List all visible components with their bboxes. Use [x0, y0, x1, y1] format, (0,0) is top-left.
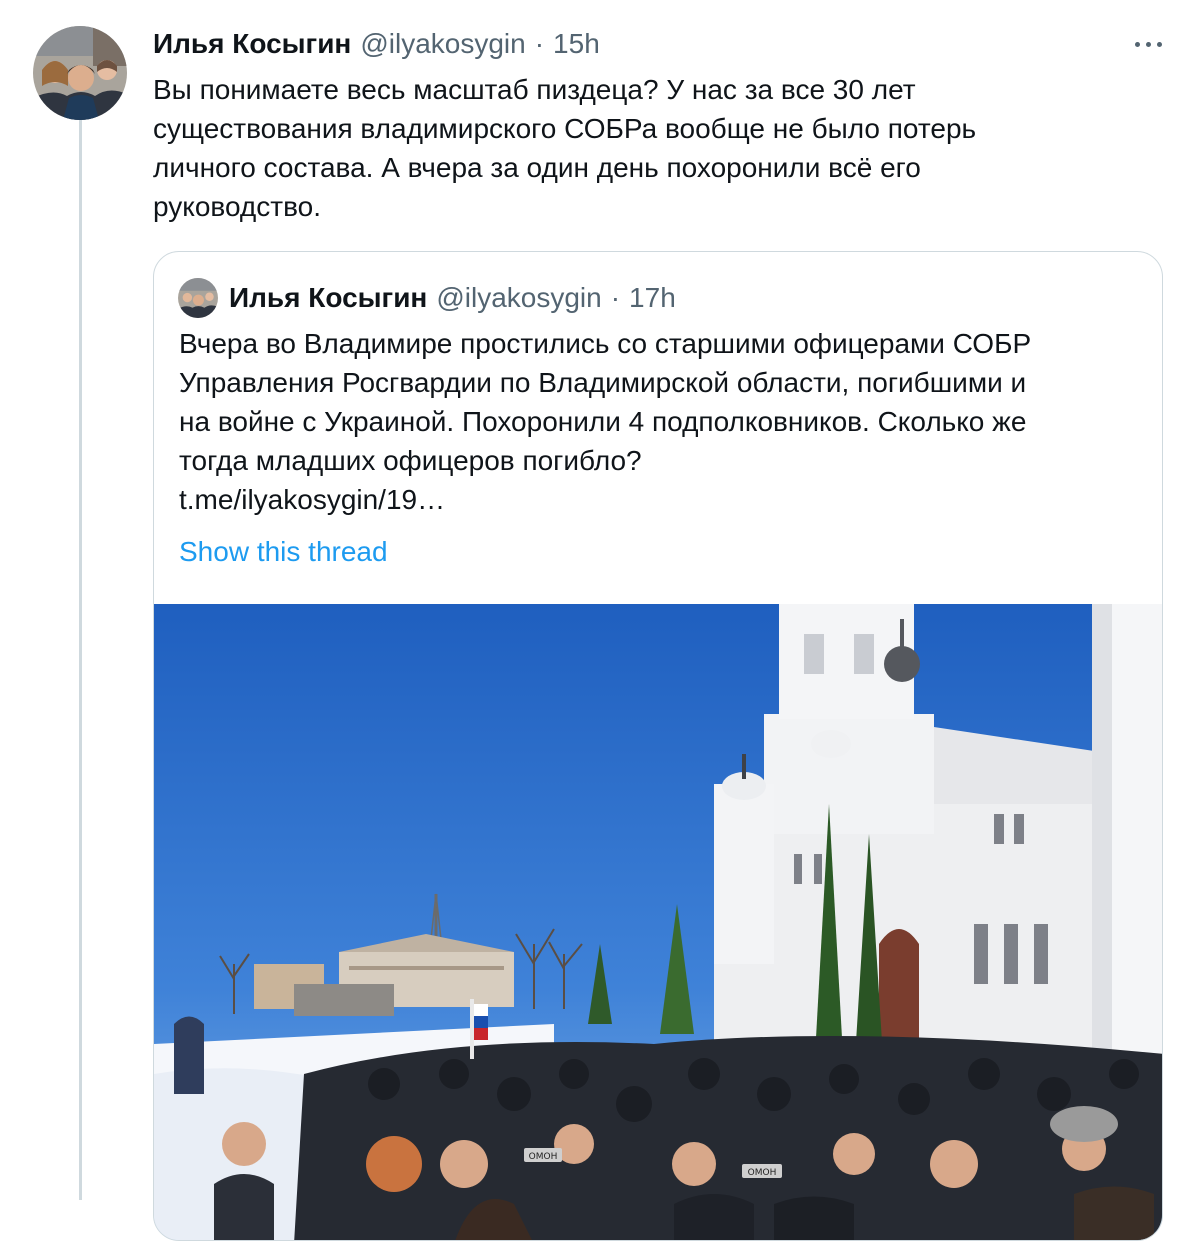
- header-separator: ·: [534, 28, 545, 59]
- tweet-header: Илья Косыгин @ilyakosygin · 15h: [153, 25, 600, 63]
- quoted-author-name[interactable]: Илья Косыгин: [229, 282, 427, 314]
- quoted-text-line: Управления Росгвардии по Владимирской об…: [179, 367, 1027, 398]
- tweet-text-line: Вы понимаете весь масштаб пиздеца? У нас…: [153, 74, 916, 105]
- author-avatar[interactable]: [33, 26, 127, 120]
- quoted-header-separator: ·: [610, 282, 621, 313]
- omon-badge-text: ОМОН: [748, 1168, 777, 1178]
- tweet-text-line: существования владимирского СОБРа вообще…: [153, 113, 977, 144]
- quoted-tweet-text: Вчера во Владимире простились со старшим…: [179, 324, 1154, 519]
- quoted-text-line: Вчера во Владимире простились со старшим…: [179, 328, 1032, 359]
- omon-badge-text: ОМОН: [529, 1152, 558, 1162]
- tweet-timestamp[interactable]: 15h: [553, 28, 600, 60]
- author-handle[interactable]: @ilyakosygin: [360, 28, 525, 60]
- tweet-text: Вы понимаете весь масштаб пиздеца? У нас…: [153, 70, 1153, 226]
- quoted-tweet-timestamp[interactable]: 17h: [629, 282, 676, 314]
- quoted-author-avatar[interactable]: [178, 278, 218, 318]
- thread-connector-line: [79, 120, 82, 1200]
- quoted-tweet-card[interactable]: Илья Косыгин @ilyakosygin · 17h Вчера во…: [153, 251, 1163, 1241]
- quoted-author-handle[interactable]: @ilyakosygin: [436, 282, 601, 314]
- more-horizontal-icon[interactable]: [1128, 30, 1168, 58]
- quoted-tweet-header: Илья Косыгин @ilyakosygin · 17h: [229, 280, 676, 316]
- quoted-link-text[interactable]: t.me/ilyakosygin/19…: [179, 480, 1154, 519]
- quoted-text-line: тогда младших офицеров погибло?: [179, 445, 642, 476]
- show-thread-link[interactable]: Show this thread: [179, 534, 388, 570]
- tweet-text-line: личного состава. А вчера за один день по…: [153, 152, 921, 183]
- quoted-tweet-photo[interactable]: ОМОН ОМОН: [154, 604, 1162, 1240]
- author-name[interactable]: Илья Косыгин: [153, 28, 351, 60]
- quoted-text-line: на войне с Украиной. Похоронили 4 подпол…: [179, 406, 1027, 437]
- tweet-text-line: руководство.: [153, 191, 321, 222]
